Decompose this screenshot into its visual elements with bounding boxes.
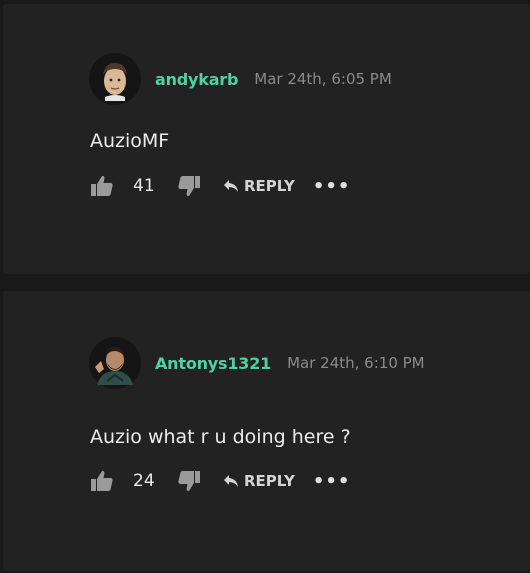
reply-arrow-icon	[224, 475, 238, 487]
timestamp: Mar 24th, 6:05 PM	[254, 70, 392, 88]
comment-actions: 24 REPLY •••	[90, 469, 350, 493]
comment-card: andykarb Mar 24th, 6:05 PM AuzioMF 41 RE…	[3, 4, 530, 274]
thumbs-down-icon[interactable]	[177, 174, 201, 198]
comment-header: Antonys1321 Mar 24th, 6:10 PM	[89, 337, 425, 389]
timestamp: Mar 24th, 6:10 PM	[287, 354, 425, 372]
thumbs-up-icon[interactable]	[90, 174, 114, 198]
thumbs-up-icon[interactable]	[90, 469, 114, 493]
avatar[interactable]	[89, 53, 141, 105]
like-count: 41	[133, 176, 155, 196]
reply-label: REPLY	[244, 177, 295, 195]
comment-text: Auzio what r u doing here ?	[90, 426, 351, 448]
username[interactable]: Antonys1321	[155, 354, 271, 373]
like-count: 24	[133, 471, 155, 491]
username[interactable]: andykarb	[155, 70, 238, 89]
more-options-icon[interactable]: •••	[313, 176, 351, 197]
reply-arrow-icon	[224, 180, 238, 192]
reply-label: REPLY	[244, 472, 295, 490]
more-options-icon[interactable]: •••	[313, 471, 351, 492]
reply-button[interactable]: REPLY	[223, 472, 295, 490]
comment-header: andykarb Mar 24th, 6:05 PM	[89, 53, 392, 105]
comment-card: Antonys1321 Mar 24th, 6:10 PM Auzio what…	[3, 291, 530, 571]
comment-feed: andykarb Mar 24th, 6:05 PM AuzioMF 41 RE…	[0, 0, 530, 573]
comment-text: AuzioMF	[90, 130, 170, 152]
avatar[interactable]	[89, 337, 141, 389]
thumbs-down-icon[interactable]	[177, 469, 201, 493]
comment-actions: 41 REPLY •••	[90, 174, 350, 198]
reply-button[interactable]: REPLY	[223, 177, 295, 195]
